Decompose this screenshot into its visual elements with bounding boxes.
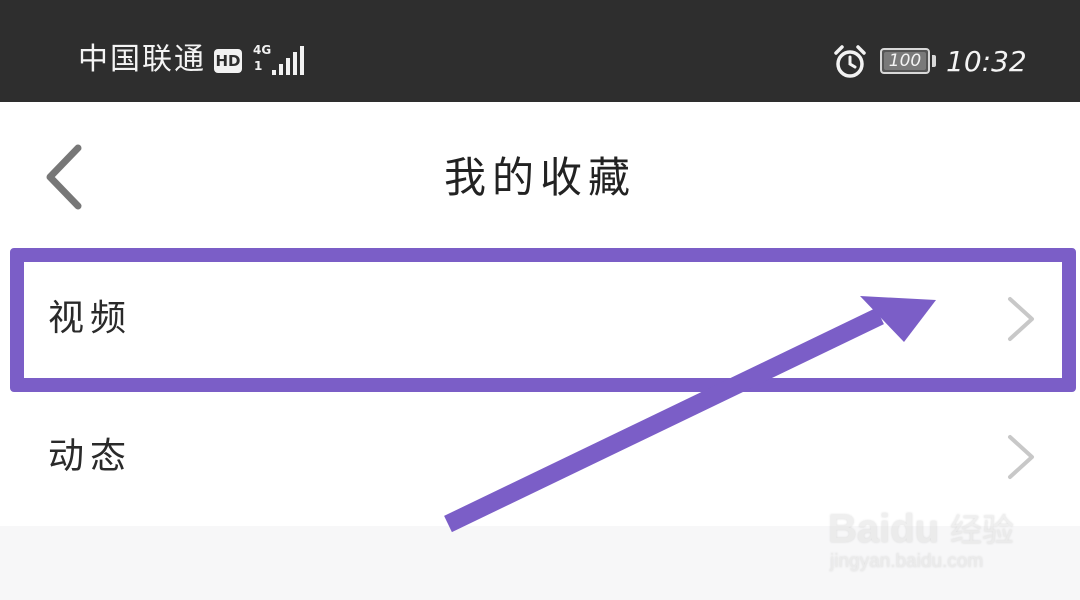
page-title: 我的收藏 — [443, 153, 636, 202]
battery-tip — [932, 55, 936, 67]
list-item-label: 视频 — [48, 298, 133, 339]
watermark-cn: 经验 — [950, 511, 1015, 549]
battery-icon: 100 — [880, 48, 930, 74]
list-item-videos[interactable]: 视频 — [0, 250, 1080, 388]
network-type: 4G — [253, 43, 272, 57]
signal-strength-icon — [272, 46, 304, 75]
hd-badge: HD — [214, 49, 242, 73]
battery-level: 100 — [888, 51, 922, 71]
status-bar: 中国联通 HD 4G 1 100 10:32 — [0, 0, 1080, 102]
watermark-brand: Baidu — [828, 507, 940, 551]
page-header: 我的收藏 — [0, 102, 1080, 250]
carrier-name: 中国联通 — [78, 42, 206, 77]
chevron-right-icon — [1008, 297, 1034, 341]
baidu-watermark: Baidu 经验 jingyan.baidu.com — [828, 486, 1068, 586]
app-screen: 中国联通 HD 4G 1 100 10:32 我的收藏 视频 动态 Baidu … — [0, 0, 1080, 600]
status-time: 10:32 — [946, 45, 1027, 78]
favorites-list: 视频 动态 — [0, 250, 1080, 526]
alarm-clock-icon — [834, 45, 866, 78]
chevron-right-icon — [1008, 435, 1034, 479]
watermark-url: jingyan.baidu.com — [830, 551, 984, 572]
list-item-label: 动态 — [48, 436, 133, 477]
network-sub: 1 — [254, 59, 263, 73]
